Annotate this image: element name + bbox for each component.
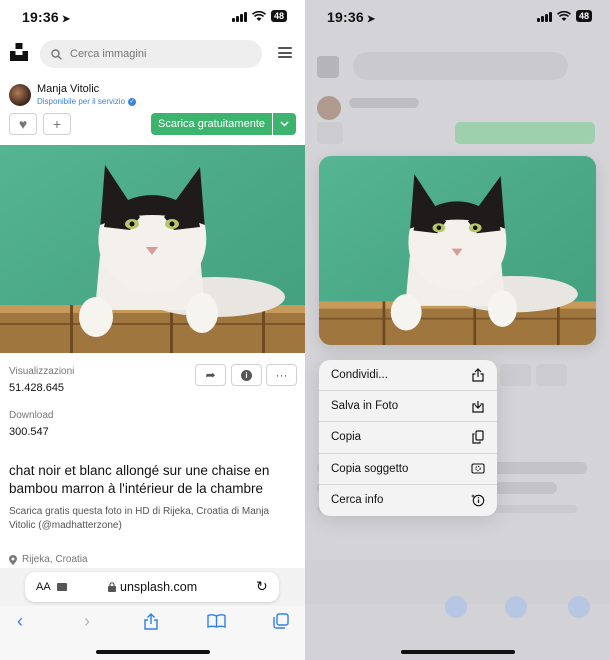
cellular-signal-icon bbox=[231, 11, 247, 22]
availability-status: Disponibile per il servizio ✓ bbox=[37, 97, 137, 106]
tabs-icon[interactable] bbox=[270, 610, 292, 632]
info-icon: i bbox=[241, 369, 252, 381]
copy-subject-icon bbox=[471, 463, 485, 474]
search-input[interactable] bbox=[70, 48, 240, 60]
look-up-icon bbox=[471, 494, 485, 507]
info-button[interactable]: i bbox=[231, 364, 262, 386]
photo-location[interactable]: Rijeka, Croatia bbox=[9, 554, 88, 565]
share-arrow-icon: ➦ bbox=[205, 368, 216, 382]
blurred-info-button bbox=[536, 364, 567, 386]
copy-icon bbox=[472, 430, 484, 445]
cat-photo[interactable] bbox=[0, 145, 305, 353]
share-icon bbox=[472, 368, 484, 382]
status-icons: 48 bbox=[231, 10, 287, 22]
chevron-down-icon bbox=[280, 121, 289, 127]
share-sheet-icon[interactable] bbox=[140, 610, 162, 632]
more-button[interactable]: ··· bbox=[266, 364, 297, 386]
blurred-search-bar bbox=[353, 52, 568, 80]
url-text[interactable]: unsplash.com bbox=[108, 580, 197, 594]
home-indicator bbox=[401, 650, 515, 654]
battery-icon: 48 bbox=[270, 10, 287, 22]
add-to-collection-button[interactable]: + bbox=[43, 113, 71, 135]
menu-item-copy[interactable]: Copia bbox=[319, 422, 497, 454]
unsplash-logo[interactable] bbox=[10, 43, 28, 61]
blurred-like-button bbox=[317, 122, 343, 144]
battery-icon: 48 bbox=[575, 10, 592, 22]
verified-check-icon: ✓ bbox=[128, 97, 137, 106]
blurred-author bbox=[349, 98, 419, 108]
views-label: Visualizzazioni bbox=[9, 366, 75, 377]
share-button[interactable]: ➦ bbox=[195, 364, 226, 386]
like-button[interactable]: ♥ bbox=[9, 113, 37, 135]
menu-icon[interactable] bbox=[278, 47, 292, 58]
search-icon bbox=[51, 48, 62, 60]
location-arrow-icon: ➤ bbox=[366, 14, 376, 25]
heart-icon: ♥ bbox=[18, 116, 28, 132]
status-icons: 48 bbox=[536, 10, 592, 22]
blurred-tabs-icon bbox=[568, 596, 590, 618]
status-time: 19:36 ➤ bbox=[22, 9, 71, 25]
download-button[interactable]: Scarica gratuitamente bbox=[151, 113, 272, 135]
blurred-logo bbox=[317, 56, 339, 78]
menu-item-label: Copia soggetto bbox=[331, 462, 409, 475]
menu-item-copy-subject[interactable]: Copia soggetto bbox=[319, 454, 497, 485]
blurred-share-icon bbox=[445, 596, 467, 618]
blurred-download-button bbox=[455, 122, 595, 144]
extension-icon[interactable] bbox=[57, 583, 67, 591]
photo-description: Scarica gratis questa foto in HD di Rije… bbox=[9, 506, 270, 531]
safari-page-screen: 19:36➤ 48 Manja Vitolic Disponibile per … bbox=[0, 0, 305, 660]
location-arrow-icon: ➤ bbox=[61, 14, 71, 25]
text-size-button[interactable]: AA bbox=[36, 581, 51, 593]
save-icon bbox=[472, 400, 484, 413]
context-menu-screen: 19:36 ➤ 48 Condividi... Salva in Foto Cop… bbox=[305, 0, 610, 660]
wifi-icon bbox=[556, 10, 571, 21]
menu-item-label: Salva in Foto bbox=[331, 400, 399, 413]
image-preview bbox=[319, 156, 596, 345]
menu-item-share[interactable]: Condividi... bbox=[319, 360, 497, 392]
menu-item-label: Cerca info bbox=[331, 494, 384, 507]
lock-icon bbox=[108, 582, 116, 592]
forward-icon[interactable]: › bbox=[76, 610, 98, 632]
bookmarks-icon[interactable] bbox=[205, 610, 227, 632]
cellular-signal-icon bbox=[536, 11, 552, 22]
more-icon: ··· bbox=[275, 368, 288, 382]
status-bar: 19:36 ➤ 48 bbox=[0, 0, 305, 34]
blurred-bookmarks-icon bbox=[505, 596, 527, 618]
views-value: 51.428.645 bbox=[9, 382, 65, 394]
reload-icon[interactable]: ↻ bbox=[256, 578, 268, 595]
home-indicator bbox=[96, 650, 210, 654]
download-options-button[interactable] bbox=[273, 113, 296, 135]
menu-item-label: Condividi... bbox=[331, 369, 388, 382]
blurred-share-button bbox=[500, 364, 531, 386]
blurred-avatar bbox=[317, 96, 341, 120]
downloads-label: Download bbox=[9, 410, 54, 421]
downloads-value: 300.547 bbox=[9, 426, 49, 438]
back-icon[interactable]: ‹ bbox=[9, 610, 31, 632]
menu-item-look-up[interactable]: Cerca info bbox=[319, 485, 497, 516]
wifi-icon bbox=[251, 10, 266, 21]
photo-title: chat noir et blanc allongé sur une chais… bbox=[9, 463, 270, 496]
location-pin-icon bbox=[9, 554, 17, 565]
status-bar: 19:36 ➤ 48 bbox=[305, 0, 610, 34]
context-menu: Condividi... Salva in Foto Copia Copia s… bbox=[319, 360, 497, 516]
menu-item-save-to-photos[interactable]: Salva in Foto bbox=[319, 391, 497, 423]
avatar[interactable] bbox=[9, 84, 31, 106]
menu-item-label: Copia bbox=[331, 431, 362, 444]
search-bar[interactable] bbox=[40, 40, 262, 68]
plus-icon: + bbox=[52, 116, 62, 132]
status-time: 19:36 ➤ bbox=[327, 9, 376, 25]
author-name[interactable]: Manja Vitolic bbox=[37, 83, 99, 95]
